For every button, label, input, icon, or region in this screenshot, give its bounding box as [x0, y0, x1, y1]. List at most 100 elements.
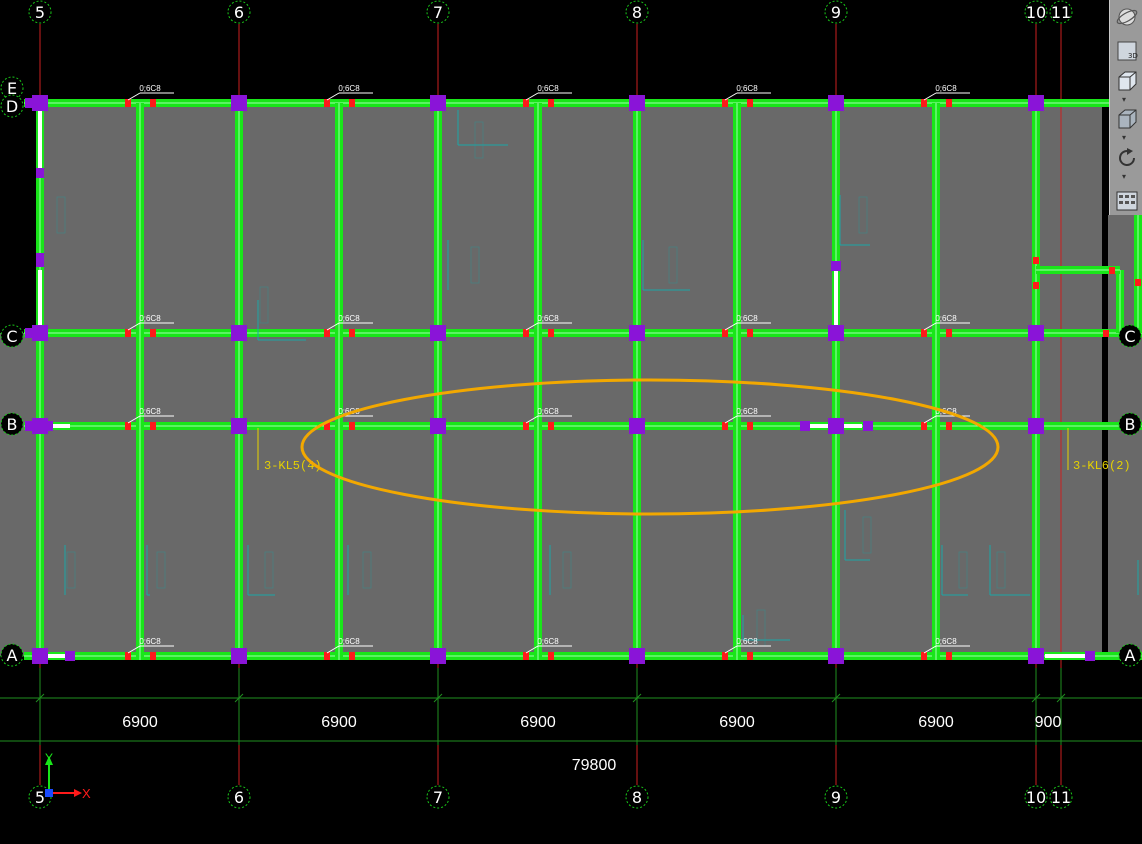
rebar-mark: [1033, 257, 1039, 264]
rebar-tag-text: 0;6C8: [139, 84, 161, 93]
rebar-mark: [150, 99, 156, 107]
3d-view-icon[interactable]: 3D: [1114, 38, 1140, 64]
rebar-mark: [349, 652, 355, 660]
rebar-tag-text: 0;6C8: [139, 407, 161, 416]
cad-drawing-canvas[interactable]: 0;6C8 0;6C8 0;6C8 0;6C8 0;6C8 0;6C8 0;6C8 0;6C8…: [0, 0, 1142, 844]
rebar-tag-text: 0;6C8: [935, 84, 957, 93]
wall-segment: [1045, 654, 1085, 658]
dim-span-5: 6900: [918, 714, 954, 731]
bubble-label: C: [1124, 327, 1135, 346]
kl5-label[interactable]: 3-KL5(4): [264, 459, 322, 473]
column: [231, 325, 247, 341]
rebar-mark: [523, 652, 529, 660]
box-view-dropdown-icon[interactable]: ▾: [1122, 96, 1126, 104]
rebar-mark: [921, 652, 927, 660]
dim-span-6: 900: [1035, 714, 1062, 731]
orbit-icon[interactable]: [1114, 4, 1140, 30]
rebar-mark: [523, 422, 529, 430]
rebar-mark: [722, 422, 728, 430]
rebar-mark: [946, 99, 952, 107]
bubble-label: 8: [632, 3, 642, 22]
axis-bubble-top-5: 5: [28, 0, 52, 24]
rebar-mark: [921, 99, 927, 107]
rebar-mark: [349, 422, 355, 430]
bubble-label: 7: [433, 788, 443, 807]
bubble-label: 10: [1026, 3, 1046, 22]
box-view-2-icon[interactable]: [1114, 106, 1140, 132]
axis-bubble-bottom-7: 7: [426, 785, 450, 809]
rebar-mark: [747, 652, 753, 660]
3d-label: 3D: [1128, 52, 1138, 60]
axis-bubble-bottom-6: 6: [227, 785, 251, 809]
column: [25, 421, 35, 431]
axis-bubble-top-9: 9: [824, 0, 848, 24]
rebar-mark: [921, 329, 927, 337]
rotate-icon[interactable]: [1114, 145, 1140, 171]
rebar-mark: [747, 329, 753, 337]
bubble-label: 6: [234, 3, 244, 22]
dim-span-4: 6900: [719, 714, 755, 731]
rebar-mark: [1109, 267, 1115, 274]
rebar-mark: [548, 422, 554, 430]
column: [1028, 325, 1044, 341]
kl6-label[interactable]: 3-KL6(2): [1073, 459, 1131, 473]
box-view-icon[interactable]: [1114, 68, 1140, 94]
bubble-label: 9: [831, 788, 841, 807]
column: [1028, 648, 1044, 664]
rebar-mark: [523, 329, 529, 337]
rebar-mark: [150, 329, 156, 337]
rebar-tag-text: 0;6C8: [338, 314, 360, 323]
axis-bubble-right-B: B: [1118, 412, 1142, 436]
axis-bubble-top-10: 10: [1024, 0, 1048, 24]
column: [430, 325, 446, 341]
rebar-mark: [548, 329, 554, 337]
bubble-label: 10: [1026, 788, 1046, 807]
column: [629, 418, 645, 434]
bubble-label: 11: [1051, 3, 1071, 22]
axis-bubble-top-11: 11: [1049, 0, 1073, 24]
axis-bubble-right-A: A: [1118, 643, 1142, 667]
column: [863, 421, 873, 431]
wall-segment: [38, 270, 42, 325]
bubble-label: A: [1125, 646, 1136, 665]
column: [430, 418, 446, 434]
rebar-mark: [722, 99, 728, 107]
rebar-mark: [349, 99, 355, 107]
column: [1085, 651, 1095, 661]
column: [231, 648, 247, 664]
column: [25, 98, 35, 108]
box-view-2-dropdown-icon[interactable]: ▾: [1122, 134, 1126, 142]
bubble-label: B: [7, 415, 18, 434]
column: [828, 648, 844, 664]
axis-bubble-left-B: B: [0, 412, 24, 436]
dim-total: 79800: [572, 757, 617, 774]
rebar-tag-text: 0;6C8: [935, 637, 957, 646]
rebar-mark: [150, 422, 156, 430]
bubble-label: 9: [831, 3, 841, 22]
column: [629, 95, 645, 111]
rebar-tag-text: 0;6C8: [537, 407, 559, 416]
column: [430, 95, 446, 111]
axis-bubble-top-7: 7: [426, 0, 450, 24]
column: [1028, 418, 1044, 434]
column: [828, 325, 844, 341]
rebar-tag-text: 0;6C8: [537, 84, 559, 93]
rebar-tag-text: 0;6C8: [537, 637, 559, 646]
column: [231, 418, 247, 434]
rebar-mark: [125, 652, 131, 660]
axis-bubble-left-A: A: [0, 643, 24, 667]
rebar-tag-text: 0;6C8: [736, 407, 758, 416]
bubble-label: 7: [433, 3, 443, 22]
axis-bubble-top-6: 6: [227, 0, 251, 24]
column: [25, 328, 35, 338]
view-toolbar: 3D ▾ ▾ ▾: [1109, 0, 1142, 215]
rebar-mark: [125, 422, 131, 430]
rebar-mark: [1033, 282, 1039, 289]
bubble-label: A: [7, 646, 18, 665]
axis-bubble-bottom-9: 9: [824, 785, 848, 809]
panel-icon[interactable]: [1114, 188, 1140, 214]
rotate-dropdown-icon[interactable]: ▾: [1122, 173, 1126, 181]
axis-bubble-left-C: C: [0, 324, 24, 348]
slab-panel: [0, 333, 40, 656]
ucs-x-label: X: [82, 786, 91, 801]
